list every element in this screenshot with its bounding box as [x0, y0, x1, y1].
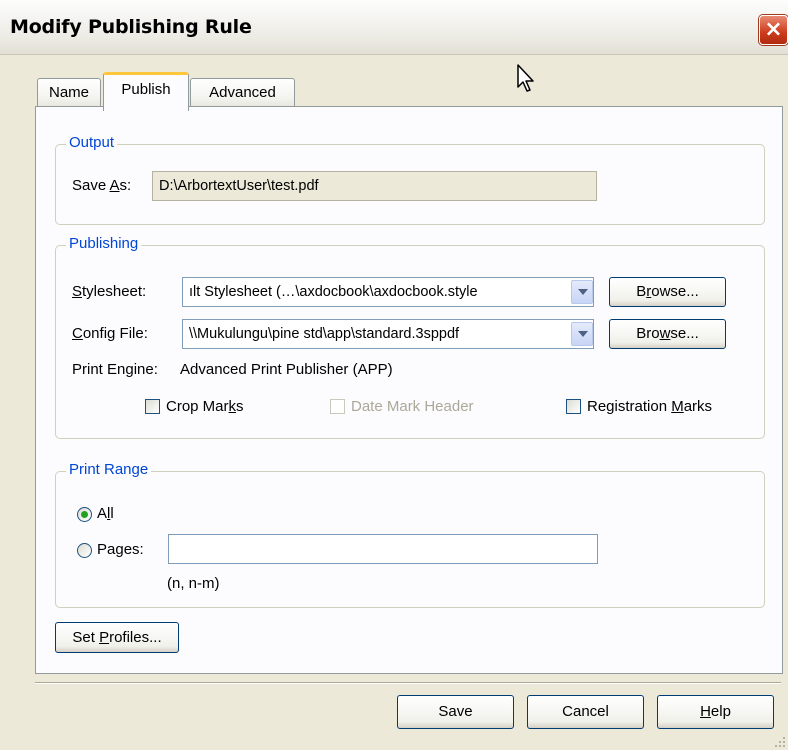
- output-group: Output Save As: D:\ArbortextUser\test.pd…: [55, 134, 765, 225]
- resize-grip-icon[interactable]: [774, 736, 786, 748]
- stylesheet-browse-button[interactable]: Browse...: [609, 277, 726, 307]
- publishing-group-title: Publishing: [66, 235, 142, 252]
- tab-advanced-label: Advanced: [209, 84, 276, 101]
- output-group-title: Output: [66, 134, 118, 151]
- close-button[interactable]: ×: [759, 15, 788, 45]
- pages-hint: (n, n-m): [167, 575, 220, 592]
- print-engine-value: Advanced Print Publisher (APP): [180, 361, 393, 378]
- stylesheet-select[interactable]: ılt Stylesheet (…\axdocbook\axdocbook.st…: [182, 277, 594, 307]
- save-button[interactable]: Save: [397, 695, 514, 729]
- config-file-dropdown-arrow[interactable]: [571, 322, 593, 346]
- config-file-label: Config File:: [72, 325, 148, 342]
- print-range-group: Print Range All Pages: (n, n-m): [55, 461, 765, 608]
- pages-label[interactable]: Pages:: [97, 541, 144, 558]
- footer-separator: [35, 682, 781, 684]
- set-profiles-button[interactable]: Set Profiles...: [55, 622, 179, 653]
- publishing-group: Publishing Stylesheet: ılt Stylesheet (……: [55, 235, 765, 439]
- all-radio[interactable]: [77, 507, 92, 522]
- tab-advanced[interactable]: Advanced: [190, 78, 295, 107]
- print-range-group-title: Print Range: [66, 461, 152, 478]
- help-button[interactable]: Help: [657, 695, 774, 729]
- tab-name-label: Name: [48, 84, 89, 101]
- stylesheet-label: Stylesheet:: [72, 283, 147, 300]
- date-mark-header-checkbox: [330, 399, 345, 414]
- close-icon: ×: [764, 17, 783, 42]
- window-title: Modify Publishing Rule: [10, 16, 252, 38]
- cancel-button[interactable]: Cancel: [527, 695, 644, 729]
- tab-name[interactable]: Name: [37, 78, 101, 107]
- config-file-browse-button[interactable]: Browse...: [609, 319, 726, 349]
- save-as-field: D:\ArbortextUser\test.pdf: [152, 171, 597, 201]
- stylesheet-dropdown-arrow[interactable]: [571, 280, 593, 304]
- registration-marks-label[interactable]: Registration Marks: [587, 398, 712, 415]
- print-engine-label: Print Engine:: [72, 361, 158, 378]
- date-mark-header-label: Date Mark Header: [351, 398, 474, 415]
- tab-publish-label: Publish: [121, 81, 171, 98]
- save-as-label: Save As:: [72, 177, 132, 194]
- pages-input[interactable]: [168, 534, 598, 564]
- mouse-cursor-icon: [517, 64, 534, 92]
- pages-radio[interactable]: [77, 543, 92, 558]
- registration-marks-checkbox[interactable]: [566, 399, 581, 414]
- config-file-select[interactable]: \\Mukulungu\pine std\app\standard.3sppdf: [182, 319, 594, 349]
- tab-publish[interactable]: Publish: [103, 72, 189, 111]
- tab-panel-publish: Output Save As: D:\ArbortextUser\test.pd…: [35, 106, 783, 674]
- all-label[interactable]: All: [97, 505, 114, 522]
- crop-marks-label[interactable]: Crop Marks: [166, 398, 244, 415]
- title-bar[interactable]: Modify Publishing Rule ×: [0, 0, 788, 55]
- crop-marks-checkbox[interactable]: [145, 399, 160, 414]
